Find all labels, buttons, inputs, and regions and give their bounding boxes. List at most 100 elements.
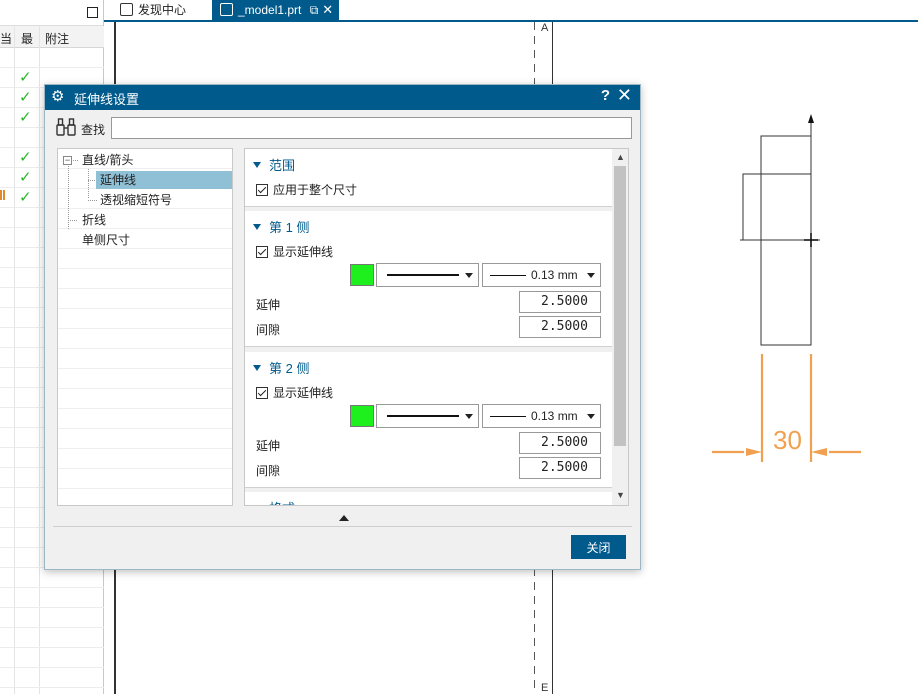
navigator-row[interactable] — [0, 608, 104, 628]
section-header-format[interactable]: 格式 — [253, 498, 295, 506]
show-extension-line-1-checkbox[interactable]: 显示延伸线 — [256, 243, 333, 260]
tree-row-line — [58, 369, 232, 389]
help-icon[interactable]: ? — [601, 87, 610, 104]
gap-field-2[interactable]: 2.5000 — [519, 457, 601, 479]
scrollbar-thumb[interactable] — [614, 166, 626, 446]
column-latest[interactable]: 最 — [21, 30, 33, 47]
part-file-icon — [220, 3, 233, 16]
line-color-swatch-1[interactable] — [350, 264, 374, 286]
scroll-up-icon[interactable]: ▲ — [616, 152, 625, 162]
collapse-triangle-icon — [253, 365, 261, 371]
tree-row-line — [58, 329, 232, 349]
collapse-triangle-icon — [253, 224, 261, 230]
checkmark-icon: ✓ — [19, 189, 32, 206]
collapse-triangle-icon — [253, 505, 261, 506]
checkmark-icon: ✓ — [19, 149, 32, 166]
pin-icon[interactable]: ⧉ — [310, 3, 319, 17]
dialog-separator — [53, 526, 632, 527]
tree-row-line — [58, 429, 232, 449]
checkbox-label: 显示延伸线 — [273, 245, 334, 259]
navigator-row[interactable] — [0, 588, 104, 608]
tab-label: _model1.prt — [238, 3, 302, 17]
section-title: 第 2 侧 — [269, 361, 310, 376]
checkbox-icon — [256, 184, 268, 196]
line-font-dropdown-2[interactable] — [376, 404, 479, 428]
maximize-icon[interactable] — [87, 7, 98, 18]
chevron-down-icon — [587, 273, 595, 278]
navigator-row[interactable] — [0, 568, 104, 588]
tree-row-line — [58, 269, 232, 289]
tree-row-line — [58, 349, 232, 369]
navigator-row[interactable] — [0, 648, 104, 668]
properties-scrollbar[interactable]: ▲ ▼ — [612, 149, 628, 505]
extend-field-1[interactable]: 2.5000 — [519, 291, 601, 313]
settings-properties-panel: 范围 应用于整个尺寸 第 1 侧 显示延伸线 0.13 mm 延伸 2.5000… — [244, 148, 629, 506]
dimension-text[interactable]: 30 — [773, 425, 802, 455]
tree-item-extension-line[interactable]: 延伸线 — [96, 171, 232, 189]
line-width-dropdown-2[interactable]: 0.13 mm — [482, 404, 601, 428]
navigator-row[interactable] — [0, 668, 104, 688]
show-extension-line-2-checkbox[interactable]: 显示延伸线 — [256, 384, 333, 401]
section-title: 第 1 侧 — [269, 220, 310, 235]
checkbox-label: 显示延伸线 — [273, 386, 334, 400]
dialog-title-bar[interactable]: ⚙ 延伸线设置 ? ✕ — [45, 85, 640, 110]
discovery-icon — [120, 3, 133, 16]
scroll-down-icon[interactable]: ▼ — [616, 490, 625, 500]
checkmark-icon: ✓ — [19, 109, 32, 126]
extend-label-2: 延伸 — [256, 439, 281, 453]
dialog-title: 延伸线设置 — [74, 92, 140, 107]
close-icon[interactable]: ✕ — [617, 85, 632, 106]
panel-topbar — [0, 0, 103, 26]
collapse-icon[interactable]: − — [63, 156, 72, 165]
tree-row-line — [58, 489, 232, 509]
tab-model-part[interactable]: _model1.prt ⧉ ✕ — [212, 0, 340, 20]
find-input[interactable] — [111, 117, 632, 139]
section-header-range[interactable]: 范围 — [253, 155, 295, 174]
tree-item-single-sided-dimension[interactable]: 单侧尺寸 — [78, 231, 134, 249]
collapse-dialog-icon[interactable] — [339, 515, 349, 521]
tree-item-foreshortening-symbol[interactable]: 透视缩短符号 — [96, 191, 176, 209]
tab-discovery-center[interactable]: 发现中心 — [120, 0, 186, 20]
section-range: 范围 应用于整个尺寸 — [245, 149, 612, 207]
section-title: 范围 — [269, 158, 296, 173]
column-notes[interactable]: 附注 — [45, 30, 69, 47]
tree-item-line-arrow[interactable]: 直线/箭头 — [78, 151, 137, 169]
collapse-triangle-icon — [253, 162, 261, 168]
checkmark-icon: ✓ — [19, 69, 32, 86]
arrow-head — [808, 114, 814, 123]
navigator-row[interactable] — [0, 48, 104, 68]
section-header-side-2[interactable]: 第 2 侧 — [253, 358, 309, 377]
section-header-side-1[interactable]: 第 1 侧 — [253, 217, 309, 236]
extend-field-2[interactable]: 2.5000 — [519, 432, 601, 454]
gap-label-1: 间隙 — [256, 323, 281, 337]
find-row: 查找 — [53, 116, 633, 140]
section-side-1: 第 1 侧 显示延伸线 0.13 mm 延伸 2.5000 间隙 2.5000 — [245, 211, 612, 347]
tree-row-line — [58, 449, 232, 469]
gap-label-2: 间隙 — [256, 464, 281, 478]
line-width-value: 0.13 mm — [531, 268, 578, 282]
checkbox-icon — [256, 246, 268, 258]
tab-label: 发现中心 — [138, 3, 187, 17]
chevron-down-icon — [465, 273, 473, 278]
line-font-dropdown-1[interactable] — [376, 263, 479, 287]
extend-label-1: 延伸 — [256, 298, 281, 312]
extension-line-settings-dialog: ⚙ 延伸线设置 ? ✕ 查找 − 直线/箭头 延伸线 透视缩短符号 折线 单侧尺… — [44, 84, 641, 570]
feature-icon — [0, 190, 6, 200]
line-color-swatch-2[interactable] — [350, 405, 374, 427]
column-current[interactable]: 当 — [0, 30, 12, 47]
navigator-row[interactable] — [0, 628, 104, 648]
tree-item-jog[interactable]: 折线 — [78, 211, 110, 229]
tree-row-line — [58, 469, 232, 489]
tree-row-line — [58, 309, 232, 329]
line-width-dropdown-1[interactable]: 0.13 mm — [482, 263, 601, 287]
gap-field-1[interactable]: 2.5000 — [519, 316, 601, 338]
part-step[interactable] — [742, 173, 812, 241]
apply-to-entire-dimension-checkbox[interactable]: 应用于整个尺寸 — [256, 181, 357, 198]
find-label: 查找 — [81, 123, 106, 137]
tab-bar: 发现中心 _model1.prt ⧉ ✕ — [104, 0, 918, 22]
close-tab-icon[interactable]: ✕ — [322, 2, 333, 17]
gear-icon: ⚙ — [51, 88, 65, 105]
close-button[interactable]: 关闭 — [571, 535, 626, 559]
tree-row-line — [58, 409, 232, 429]
checkmark-icon: ✓ — [19, 89, 32, 106]
